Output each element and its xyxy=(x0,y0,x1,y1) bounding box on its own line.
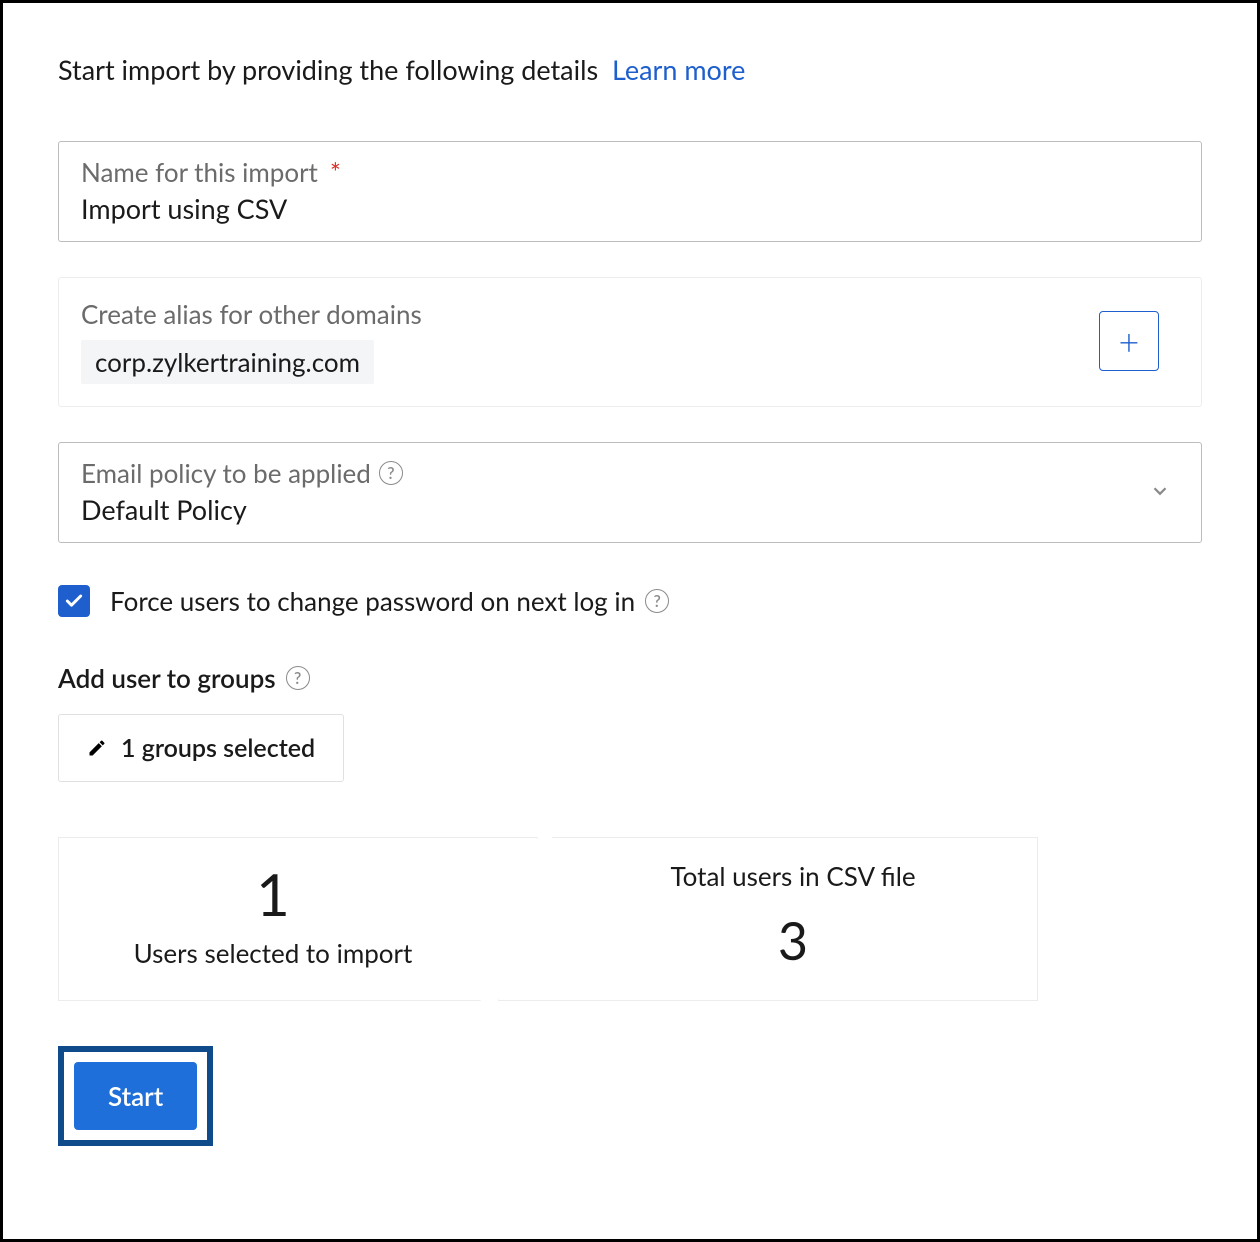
import-name-field[interactable]: Name for this import * xyxy=(58,141,1202,242)
groups-selected-button[interactable]: 1 groups selected xyxy=(58,714,344,782)
groups-selected-label: 1 groups selected xyxy=(121,733,315,763)
alias-label: Create alias for other domains xyxy=(81,298,1099,330)
alias-section: Create alias for other domains corp.zylk… xyxy=(58,277,1202,407)
total-users-card: Total users in CSV file 3 xyxy=(498,837,1038,1001)
total-users-label: Total users in CSV file xyxy=(569,860,1017,892)
start-button[interactable]: Start xyxy=(74,1062,197,1130)
intro-text: Start import by providing the following … xyxy=(58,53,1202,86)
users-selected-count: 1 xyxy=(79,860,467,929)
pencil-icon xyxy=(87,738,107,758)
alias-domain-chip[interactable]: corp.zylkertraining.com xyxy=(81,340,374,384)
help-icon[interactable]: ? xyxy=(379,461,403,485)
users-selected-card: 1 Users selected to import xyxy=(58,837,538,1001)
start-button-highlight: Start xyxy=(58,1046,213,1146)
learn-more-link[interactable]: Learn more xyxy=(612,53,745,86)
force-password-label-text: Force users to change password on next l… xyxy=(110,585,635,617)
add-alias-button[interactable]: + xyxy=(1099,311,1159,371)
total-users-count: 3 xyxy=(569,910,1017,972)
plus-icon: + xyxy=(1119,319,1140,363)
help-icon[interactable]: ? xyxy=(645,589,669,613)
email-policy-value: Default Policy xyxy=(81,493,1179,526)
users-selected-label: Users selected to import xyxy=(79,937,467,969)
add-to-groups-title: Add user to groups ? xyxy=(58,662,1202,694)
force-password-checkbox[interactable] xyxy=(58,585,90,617)
email-policy-label: Email policy to be applied ? xyxy=(81,457,1179,489)
import-name-input[interactable] xyxy=(81,192,1179,225)
email-policy-select[interactable]: Email policy to be applied ? Default Pol… xyxy=(58,442,1202,543)
intro-prefix: Start import by providing the following … xyxy=(58,53,598,86)
force-password-row: Force users to change password on next l… xyxy=(58,585,1202,617)
import-name-label: Name for this import * xyxy=(81,156,1179,188)
chevron-down-icon xyxy=(1149,480,1171,506)
email-policy-label-text: Email policy to be applied xyxy=(81,457,371,489)
stats-row: 1 Users selected to import Total users i… xyxy=(58,837,1202,1001)
check-icon xyxy=(64,591,84,611)
add-to-groups-title-text: Add user to groups xyxy=(58,662,276,694)
import-name-label-text: Name for this import xyxy=(81,156,318,188)
required-asterisk: * xyxy=(330,156,341,188)
help-icon[interactable]: ? xyxy=(286,666,310,690)
force-password-label: Force users to change password on next l… xyxy=(110,585,669,617)
